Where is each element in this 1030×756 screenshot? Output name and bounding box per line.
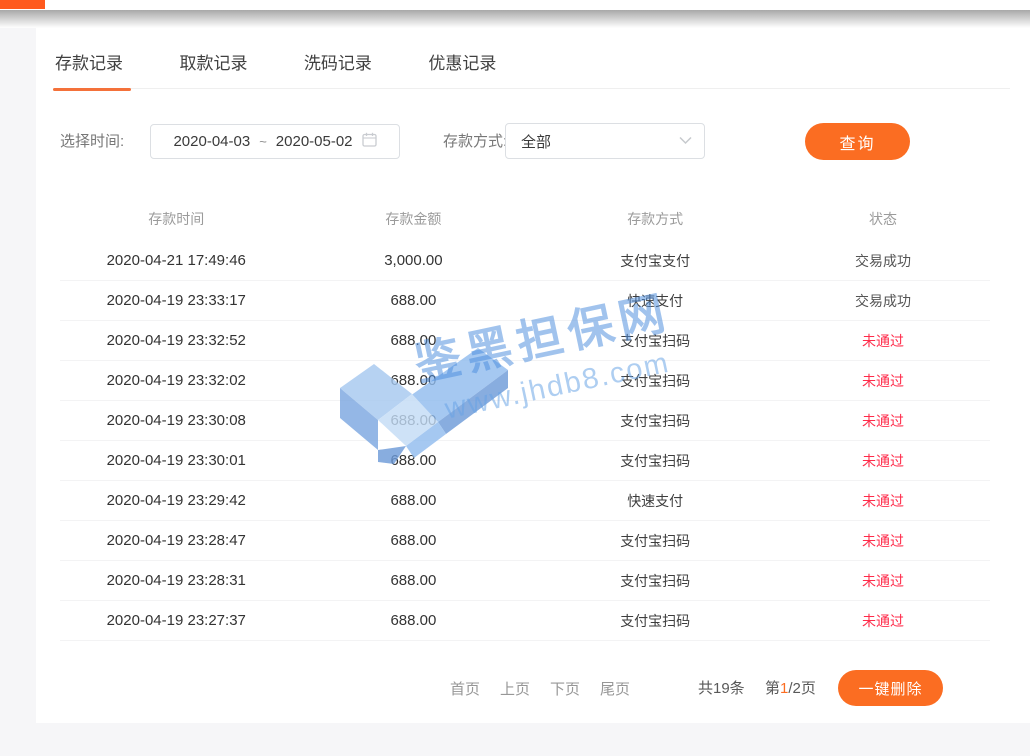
deposit-time-cell: 2020-04-19 23:29:42 — [60, 492, 293, 509]
status-cell: 未通过 — [776, 411, 990, 431]
deposit-method-cell: 支付宝支付 — [534, 251, 776, 271]
table-header: 存款时间 存款金额 存款方式 状态 — [60, 197, 990, 241]
date-end-value: 2020-05-02 — [276, 133, 353, 150]
deposit-time-cell: 2020-04-19 23:32:02 — [60, 372, 293, 389]
date-separator: ~ — [259, 134, 267, 149]
tab-deposit-records[interactable]: 存款记录 — [55, 52, 123, 89]
tab-promo-records[interactable]: 优惠记录 — [428, 52, 496, 89]
status-cell: 未通过 — [776, 611, 990, 631]
page-first-link[interactable]: 首页 — [450, 678, 480, 699]
table-body: 2020-04-21 17:49:463,000.00支付宝支付交易成功2020… — [60, 241, 990, 641]
filter-row: 选择时间: 2020-04-03 ~ 2020-05-02 存款方式: 全部 — [36, 123, 1030, 160]
deposit-amount-cell: 688.00 — [293, 292, 535, 309]
col-header-status: 状态 — [776, 209, 990, 229]
records-table: 存款时间 存款金额 存款方式 状态 2020-04-21 17:49:463,0… — [60, 197, 990, 641]
table-row: 2020-04-19 23:33:17688.00快速支付交易成功 — [60, 281, 990, 321]
status-cell: 未通过 — [776, 491, 990, 511]
deposit-method-cell: 支付宝扫码 — [534, 331, 776, 351]
deposit-method-cell: 支付宝扫码 — [534, 531, 776, 551]
deposit-time-cell: 2020-04-21 17:49:46 — [60, 252, 293, 269]
table-row: 2020-04-19 23:29:42688.00快速支付未通过 — [60, 481, 990, 521]
deposit-amount-cell: 688.00 — [293, 332, 535, 349]
deposit-amount-cell: 688.00 — [293, 492, 535, 509]
deposit-method-cell: 支付宝扫码 — [534, 451, 776, 471]
deposit-method-cell: 支付宝扫码 — [534, 571, 776, 591]
status-cell: 未通过 — [776, 371, 990, 391]
date-range-input[interactable]: 2020-04-03 ~ 2020-05-02 — [150, 124, 400, 159]
table-row: 2020-04-19 23:28:47688.00支付宝扫码未通过 — [60, 521, 990, 561]
table-row: 2020-04-19 23:32:02688.00支付宝扫码未通过 — [60, 361, 990, 401]
deposit-method-cell: 支付宝扫码 — [534, 611, 776, 631]
deposit-amount-cell: 688.00 — [293, 572, 535, 589]
deposit-time-cell: 2020-04-19 23:30:08 — [60, 412, 293, 429]
deposit-amount-cell: 688.00 — [293, 412, 535, 429]
page-next-link[interactable]: 下页 — [550, 678, 580, 699]
page-indicator: 第1/2页 — [765, 670, 816, 707]
deposit-amount-cell: 688.00 — [293, 452, 535, 469]
total-count-text: 共19条 — [698, 670, 745, 707]
bottom-band — [0, 723, 1030, 756]
left-gutter — [0, 28, 36, 723]
status-cell: 未通过 — [776, 571, 990, 591]
deposit-method-value: 全部 — [521, 131, 679, 152]
col-header-time: 存款时间 — [60, 209, 293, 229]
tab-rebate-records[interactable]: 洗码记录 — [304, 52, 372, 89]
page-prefix: 第 — [765, 680, 780, 697]
records-card: 存款记录 取款记录 洗码记录 优惠记录 选择时间: 2020-04-03 ~ 2… — [36, 28, 1030, 723]
deposit-time-cell: 2020-04-19 23:33:17 — [60, 292, 293, 309]
table-row: 2020-04-19 23:30:01688.00支付宝扫码未通过 — [60, 441, 990, 481]
method-filter-label: 存款方式: — [443, 123, 507, 160]
deposit-time-cell: 2020-04-19 23:28:47 — [60, 532, 293, 549]
date-start-value: 2020-04-03 — [173, 133, 250, 150]
deposit-amount-cell: 688.00 — [293, 372, 535, 389]
deposit-amount-cell: 688.00 — [293, 532, 535, 549]
delete-all-button[interactable]: 一键删除 — [838, 670, 943, 706]
col-header-amount: 存款金额 — [293, 209, 535, 229]
deposit-time-cell: 2020-04-19 23:32:52 — [60, 332, 293, 349]
table-row: 2020-04-19 23:27:37688.00支付宝扫码未通过 — [60, 601, 990, 641]
deposit-method-cell: 支付宝扫码 — [534, 371, 776, 391]
status-cell: 交易成功 — [776, 291, 990, 311]
table-row: 2020-04-19 23:30:08688.00支付宝扫码未通过 — [60, 401, 990, 441]
status-cell: 交易成功 — [776, 251, 990, 271]
table-row: 2020-04-19 23:28:31688.00支付宝扫码未通过 — [60, 561, 990, 601]
table-row: 2020-04-21 17:49:463,000.00支付宝支付交易成功 — [60, 241, 990, 281]
deposit-method-cell: 快速支付 — [534, 291, 776, 311]
deposit-method-select[interactable]: 全部 — [505, 123, 705, 159]
deposit-time-cell: 2020-04-19 23:28:31 — [60, 572, 293, 589]
deposit-method-cell: 支付宝扫码 — [534, 411, 776, 431]
page-loading-bar — [0, 0, 45, 9]
calendar-icon — [362, 132, 377, 152]
time-filter-label: 选择时间: — [60, 123, 124, 160]
deposit-amount-cell: 688.00 — [293, 612, 535, 629]
page-prev-link[interactable]: 上页 — [500, 678, 530, 699]
tab-withdraw-records[interactable]: 取款记录 — [179, 52, 247, 89]
deposit-time-cell: 2020-04-19 23:30:01 — [60, 452, 293, 469]
status-cell: 未通过 — [776, 531, 990, 551]
col-header-method: 存款方式 — [534, 209, 776, 229]
page-rest: /2页 — [788, 680, 816, 697]
records-tabbar: 存款记录 取款记录 洗码记录 优惠记录 — [55, 52, 1010, 89]
pagination-links: 首页 上页 下页 尾页 — [450, 670, 630, 707]
query-button[interactable]: 查询 — [805, 123, 910, 160]
top-shadow — [0, 10, 1030, 29]
page-last-link[interactable]: 尾页 — [600, 678, 630, 699]
pagination: 首页 上页 下页 尾页 共19条 第1/2页 一键删除 — [36, 670, 1030, 707]
status-cell: 未通过 — [776, 451, 990, 471]
deposit-amount-cell: 3,000.00 — [293, 252, 535, 269]
chevron-down-icon — [679, 132, 692, 150]
deposit-time-cell: 2020-04-19 23:27:37 — [60, 612, 293, 629]
table-row: 2020-04-19 23:32:52688.00支付宝扫码未通过 — [60, 321, 990, 361]
status-cell: 未通过 — [776, 331, 990, 351]
deposit-method-cell: 快速支付 — [534, 491, 776, 511]
